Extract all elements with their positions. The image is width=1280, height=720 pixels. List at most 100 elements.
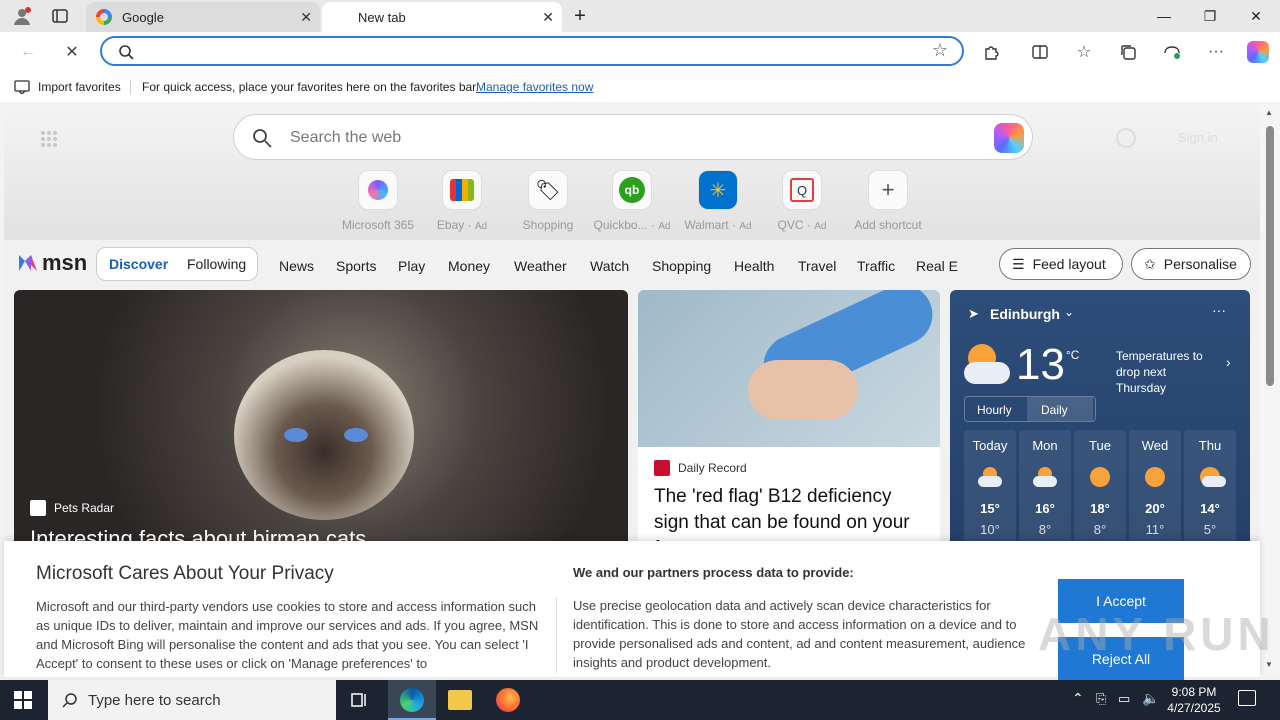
tab-new-tab[interactable]: New tab ✕ [322,2,562,32]
import-favorites-icon[interactable] [14,80,30,97]
category-real-estate[interactable]: Real E [916,258,958,274]
personalise-button[interactable]: ✩ Personalise [1131,248,1251,280]
category-watch[interactable]: Watch [590,258,629,274]
shortcut-walmart[interactable]: ✳ Walmart · Ad [676,170,760,232]
tab-hourly[interactable]: Hourly [977,403,1012,417]
close-window-icon[interactable]: ✕ [1242,0,1270,32]
news-card[interactable]: Daily Record The 'red flag' B12 deficien… [638,290,940,550]
favorites-bar-message: For quick access, place your favorites h… [142,80,479,94]
vertical-tabs-icon[interactable] [48,0,72,32]
scroll-up-icon[interactable]: ▲ [1265,108,1273,117]
copilot-icon[interactable] [994,123,1024,153]
shortcut-label: Add shortcut [854,218,922,232]
category-health[interactable]: Health [734,258,774,274]
source-name: Daily Record [678,461,747,475]
stop-loading-icon[interactable]: ✕ [60,40,84,64]
windows-start-icon[interactable] [14,691,32,714]
tab-discover[interactable]: Discover [109,256,168,272]
feed-layout-button[interactable]: ☰ Feed layout [999,248,1123,280]
file-explorer-icon[interactable] [448,690,472,710]
network-icon[interactable]: ▭ [1118,691,1130,707]
import-favorites-label[interactable]: Import favorites [38,80,121,94]
scroll-down-icon[interactable]: ▼ [1265,660,1273,669]
category-play[interactable]: Play [398,258,425,274]
close-tab-icon[interactable]: ✕ [300,9,312,26]
low-temperature: 8° [1093,522,1107,537]
restore-icon[interactable]: ❐ [1196,0,1224,32]
category-news[interactable]: News [279,258,314,274]
partly-cloudy-icon [1019,467,1071,487]
shortcut-ebay[interactable]: Ebay · Ad [420,170,504,232]
weather-location[interactable]: Edinburgh [990,306,1060,322]
web-search-box[interactable]: Search the web [233,114,1033,160]
favorites-icon[interactable]: ☆ [1072,40,1096,64]
clock[interactable]: 9:08 PM 4/27/2025 [1166,684,1222,716]
more-options-icon[interactable]: ··· [1204,40,1228,64]
current-temperature: 13 [1016,340,1065,389]
minimize-icon[interactable]: — [1150,0,1178,32]
category-money[interactable]: Money [448,258,490,274]
chevron-up-icon[interactable]: ⌃ [1072,690,1084,707]
chevron-down-icon[interactable]: ⌄ [1064,305,1074,319]
low-temperature: 11° [1145,522,1165,537]
back-icon[interactable]: ← [16,40,40,64]
ebay-icon [450,179,474,201]
shortcut-quickbooks[interactable]: qb Quickbo... · Ad [590,170,674,232]
firefox-icon[interactable] [496,688,520,712]
scrollbar-thumb[interactable] [1266,126,1274,386]
search-placeholder: Search the web [290,129,402,146]
weather-card[interactable]: ➤ Edinburgh ⌄ ··· 13 °C Temperatures to … [950,290,1250,550]
category-shopping[interactable]: Shopping [652,258,711,274]
weather-alert[interactable]: Temperatures to drop next Thursday [1116,348,1216,396]
tab-following[interactable]: Following [187,256,246,272]
favorite-star-icon[interactable]: ☆ [932,40,948,61]
divider [130,80,131,94]
chevron-right-icon[interactable]: › [1226,354,1231,370]
mostly-sunny-icon [1074,467,1126,487]
split-screen-icon[interactable] [1028,40,1052,64]
manage-favorites-link[interactable]: Manage favorites now [476,80,593,94]
extensions-icon[interactable] [980,40,1004,64]
shortcut-qvc[interactable]: Q QVC · Ad [760,170,844,232]
forecast-day[interactable]: Thu 14° 5° [1184,430,1236,550]
tab-daily[interactable]: Daily [1041,403,1068,417]
forecast-day[interactable]: Tue 18° 8° [1074,430,1126,550]
taskbar-search[interactable]: Type here to search [48,680,336,720]
forecast-day[interactable]: Wed 20° 11° [1129,430,1181,550]
category-weather[interactable]: Weather [514,258,567,274]
settings-icon[interactable] [1116,128,1136,148]
address-bar[interactable]: ☆ [100,36,964,66]
shortcut-microsoft-365[interactable]: Microsoft 365 [336,170,420,232]
category-traffic[interactable]: Traffic [857,258,895,274]
sign-in-button[interactable]: Sign in [1178,130,1218,145]
tab-title: Google [122,9,164,25]
browser-essentials-icon[interactable] [1160,40,1184,64]
page-scrollbar[interactable]: ▲ ▼ [1260,104,1280,676]
temperature-unit[interactable]: °C [1066,348,1079,362]
copilot-icon[interactable] [1246,40,1270,64]
notifications-icon[interactable] [1238,690,1256,706]
edge-taskbar-button[interactable] [388,680,436,720]
collections-icon[interactable] [1116,40,1140,64]
category-sports[interactable]: Sports [336,258,376,274]
tab-google[interactable]: Google ✕ [86,2,320,32]
more-options-icon[interactable]: ··· [1212,302,1226,318]
meet-now-icon[interactable]: ⎘ [1096,691,1106,707]
new-tab-icon[interactable]: + [568,0,592,32]
app-launcher-icon[interactable] [40,130,58,153]
low-temperature: 5° [1203,522,1217,537]
task-view-icon[interactable] [350,690,370,715]
forecast-day[interactable]: Mon 16° 8° [1019,430,1071,550]
high-temperature: 14° [1200,501,1220,516]
category-travel[interactable]: Travel [798,258,836,274]
profile-icon[interactable] [8,0,36,32]
forecast-day[interactable]: Today 15° 10° [964,430,1016,550]
address-input[interactable] [142,41,902,61]
volume-icon[interactable]: 🔈 [1142,690,1159,707]
close-tab-icon[interactable]: ✕ [542,9,554,26]
add-shortcut-button[interactable]: + Add shortcut [846,170,930,232]
main-news-card[interactable]: Pets Radar Interesting facts about birma… [14,290,628,550]
msn-logo[interactable]: msn [16,250,87,276]
shortcut-shopping[interactable]: 🏷 Shopping [506,170,590,232]
shortcut-label: Ebay [436,218,465,232]
